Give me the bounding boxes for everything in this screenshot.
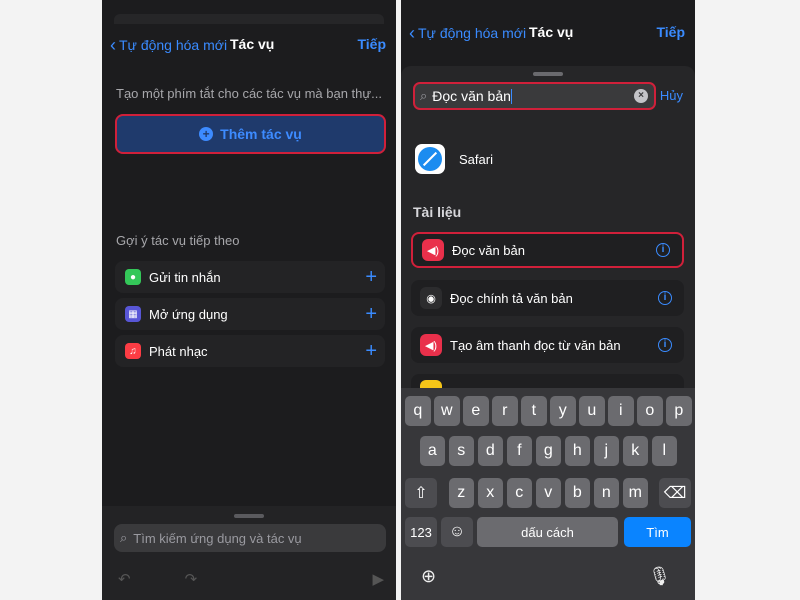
back-label: Tự động hóa mới <box>119 37 228 53</box>
suggestion-open-app[interactable]: ▦ Mở ứng dụng + <box>115 298 385 330</box>
search-placeholder: Tìm kiếm ứng dụng và tác vụ <box>133 530 302 546</box>
plus-icon[interactable]: + <box>365 341 377 361</box>
text-caret <box>510 89 512 105</box>
key-o[interactable]: o <box>637 396 663 426</box>
info-icon[interactable]: i <box>658 338 672 352</box>
right-screen: ‹ Tự động hóa mới Tác vụ Tiếp ⌕ Đọc văn b… <box>401 0 695 600</box>
delete-key[interactable]: ⌫ <box>659 478 691 508</box>
key-j[interactable]: j <box>593 436 620 466</box>
chevron-left-icon: ‹ <box>409 23 415 43</box>
info-icon[interactable]: i <box>658 291 672 305</box>
action-label: Đọc văn bản <box>452 242 525 258</box>
key-z[interactable]: z <box>448 478 475 508</box>
toolbar: ↶ ↷ ▶ <box>118 570 384 588</box>
key-m[interactable]: m <box>622 478 649 508</box>
key-d[interactable]: d <box>477 436 504 466</box>
action-read-text[interactable]: ◀) Đọc văn bản i <box>411 232 684 268</box>
music-icon: ♫ <box>125 343 141 359</box>
suggestion-play-music[interactable]: ♫ Phát nhạc + <box>115 335 385 367</box>
play-icon[interactable]: ▶ <box>372 570 384 588</box>
undo-icon[interactable]: ↶ <box>118 570 131 588</box>
action-dictate-text[interactable]: ◉ Đọc chính tả văn bản i <box>411 280 684 316</box>
nav-bar: ‹ Tự động hóa mới Tác vụ Tiếp <box>102 28 396 60</box>
nav-title: Tác vụ <box>230 36 275 52</box>
suggestion-send-message[interactable]: ● Gửi tin nhắn + <box>115 261 385 293</box>
apps-grid-icon: ▦ <box>125 306 141 322</box>
key-h[interactable]: h <box>564 436 591 466</box>
left-screen: ‹ Tự động hóa mới Tác vụ Tiếp Tạo một phí… <box>102 0 396 600</box>
suggestion-label: Mở ứng dụng <box>149 306 228 322</box>
plus-icon[interactable]: + <box>365 304 377 324</box>
shift-key[interactable]: ⇧ <box>405 478 437 508</box>
key-y[interactable]: y <box>550 396 576 426</box>
key-f[interactable]: f <box>506 436 533 466</box>
space-key[interactable]: dấu cách <box>477 517 618 547</box>
key-w[interactable]: w <box>434 396 460 426</box>
message-icon: ● <box>125 269 141 285</box>
key-x[interactable]: x <box>477 478 504 508</box>
key-e[interactable]: e <box>463 396 489 426</box>
section-header: Tài liệu <box>413 204 462 220</box>
microphone-icon[interactable]: 🎙 <box>648 566 671 587</box>
suggestion-label: Gửi tin nhắn <box>149 269 221 285</box>
sheet-handle[interactable] <box>533 72 563 76</box>
emoji-key[interactable]: ☺ <box>441 517 473 547</box>
action-label: Tạo âm thanh đọc từ văn bản <box>450 337 621 353</box>
next-button[interactable]: Tiếp <box>357 36 386 52</box>
next-button[interactable]: Tiếp <box>656 24 685 40</box>
key-p[interactable]: p <box>666 396 692 426</box>
cancel-button[interactable]: Hủy <box>660 88 683 103</box>
action-make-spoken-audio[interactable]: ◀) Tạo âm thanh đọc từ văn bản i <box>411 327 684 363</box>
back-button[interactable]: ‹ Tự động hóa mới <box>110 34 227 55</box>
add-action-button[interactable]: + Thêm tác vụ <box>115 114 386 154</box>
back-label: Tự động hóa mới <box>418 25 527 41</box>
description-text: Tạo một phím tắt cho các tác vụ mà bạn t… <box>116 86 382 101</box>
search-value: Đọc văn bản <box>432 87 511 104</box>
globe-icon[interactable]: ⊕ <box>421 566 436 587</box>
safari-icon <box>415 144 445 174</box>
siri-icon: ◉ <box>420 287 442 309</box>
redo-icon[interactable]: ↷ <box>185 570 198 588</box>
keyboard: qwertyuiop asdfghjkl zxcvbnm ⇧ ⌫ 123 ☺ d… <box>401 388 695 600</box>
app-result-safari[interactable]: Safari <box>415 144 493 174</box>
numbers-key[interactable]: 123 <box>405 517 437 547</box>
add-action-label: Thêm tác vụ <box>220 126 302 142</box>
key-r[interactable]: r <box>492 396 518 426</box>
search-icon: ⌕ <box>420 88 428 103</box>
key-t[interactable]: t <box>521 396 547 426</box>
nav-title: Tác vụ <box>529 24 574 40</box>
key-c[interactable]: c <box>506 478 533 508</box>
key-l[interactable]: l <box>651 436 678 466</box>
speaker-icon: ◀) <box>420 334 442 356</box>
key-s[interactable]: s <box>448 436 475 466</box>
key-n[interactable]: n <box>593 478 620 508</box>
suggestion-label: Phát nhạc <box>149 343 208 359</box>
nav-bar: ‹ Tự động hóa mới Tác vụ Tiếp <box>401 16 695 48</box>
info-icon[interactable]: i <box>656 243 670 257</box>
chevron-left-icon: ‹ <box>110 35 116 55</box>
plus-circle-icon: + <box>199 127 214 141</box>
search-field[interactable]: ⌕ Đọc văn bản × <box>413 82 656 110</box>
clear-icon[interactable]: × <box>634 89 648 103</box>
back-button[interactable]: ‹ Tự động hóa mới <box>409 22 526 43</box>
key-g[interactable]: g <box>535 436 562 466</box>
status-area <box>102 0 396 24</box>
search-key[interactable]: Tìm <box>624 517 691 547</box>
action-label: Đọc chính tả văn bản <box>450 290 573 306</box>
key-k[interactable]: k <box>622 436 649 466</box>
sheet-handle[interactable] <box>234 514 264 518</box>
app-result-label: Safari <box>459 151 493 167</box>
key-b[interactable]: b <box>564 478 591 508</box>
bottom-sheet: ⌕ Tìm kiếm ứng dụng và tác vụ ↶ ↷ ▶ <box>102 506 396 600</box>
key-u[interactable]: u <box>579 396 605 426</box>
key-v[interactable]: v <box>535 478 562 508</box>
search-field[interactable]: ⌕ Tìm kiếm ứng dụng và tác vụ <box>114 524 386 552</box>
plus-icon[interactable]: + <box>365 267 377 287</box>
key-i[interactable]: i <box>608 396 634 426</box>
suggestions-header: Gợi ý tác vụ tiếp theo <box>116 233 240 248</box>
search-icon: ⌕ <box>120 530 128 545</box>
key-q[interactable]: q <box>405 396 431 426</box>
key-a[interactable]: a <box>419 436 446 466</box>
speaker-icon: ◀) <box>422 239 444 261</box>
